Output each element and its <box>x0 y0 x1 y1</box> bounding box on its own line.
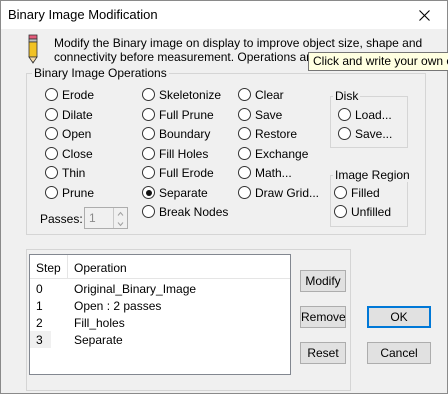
radio-separate-label: Separate <box>159 186 208 200</box>
chevron-down-icon <box>117 222 124 227</box>
radio-restore-label: Restore <box>255 127 298 141</box>
passes-increment-button[interactable] <box>113 208 127 218</box>
radio-exchange-circle[interactable] <box>238 147 251 160</box>
radio-dilate-circle[interactable] <box>45 108 58 121</box>
window-title: Binary Image Modification <box>8 7 158 22</box>
cancel-button[interactable]: Cancel <box>367 342 431 364</box>
steps-list-header: Step Operation <box>30 255 290 279</box>
binary-image-modification-dialog: Binary Image Modification Modify the Bin… <box>0 0 448 394</box>
radio-skeletonize-label: Skeletonize <box>159 88 222 102</box>
radio-full-erode-circle[interactable] <box>142 166 155 179</box>
unfilled-radio-circle[interactable] <box>334 205 347 218</box>
list-item-step: 0 <box>36 282 43 296</box>
radio-thin-circle[interactable] <box>45 166 58 179</box>
radio-prune-label: Prune <box>62 186 95 200</box>
radio-boundary-circle[interactable] <box>142 127 155 140</box>
list-item[interactable]: 2 Fill_holes <box>30 314 290 331</box>
radio-fill-holes-circle[interactable] <box>142 147 155 160</box>
header-step[interactable]: Step <box>36 261 61 275</box>
radio-full-erode-label: Full Erode <box>159 166 214 180</box>
radio-open-label: Open <box>62 127 92 141</box>
radio-full-prune-label: Full Prune <box>159 108 214 122</box>
operations-group-label: Binary Image Operations <box>32 66 169 80</box>
list-item-operation: Fill_holes <box>74 316 125 330</box>
close-icon <box>419 10 430 21</box>
radio-close-label: Close <box>62 147 93 161</box>
radio-draw-grid-label: Draw Grid... <box>255 186 320 200</box>
title-bar: Binary Image Modification <box>1 1 447 29</box>
pencil-icon <box>28 34 38 64</box>
list-item-operation: Open : 2 passes <box>74 299 162 313</box>
description-line-1: Modify the Binary image on display to im… <box>54 36 423 50</box>
list-item-operation: Original_Binary_Image <box>74 282 197 296</box>
image-region-group <box>330 175 408 227</box>
list-item[interactable]: 1 Open : 2 passes <box>30 297 290 314</box>
radio-thin-label: Thin <box>62 166 86 180</box>
modify-button[interactable]: Modify <box>300 270 346 292</box>
ok-button[interactable]: OK <box>367 306 431 328</box>
unfilled-radio-label: Unfilled <box>351 205 392 219</box>
remove-button[interactable]: Remove <box>300 306 346 328</box>
steps-list[interactable]: Step Operation 0 Original_Binary_Image 1 Op… <box>29 254 291 375</box>
list-item-step: 3 <box>36 333 43 347</box>
radio-full-prune-circle[interactable] <box>142 108 155 121</box>
filled-radio-label: Filled <box>351 186 380 200</box>
list-item-operation: Separate <box>74 333 123 347</box>
radio-erode-circle[interactable] <box>45 88 58 101</box>
image-region-group-label: Image Region <box>333 168 412 182</box>
passes-label: Passes: <box>40 212 83 226</box>
save-disk-radio-circle[interactable] <box>338 127 351 140</box>
radio-break-nodes-label: Break Nodes <box>159 205 229 219</box>
disk-group-label: Disk <box>333 89 361 103</box>
radio-close-circle[interactable] <box>45 147 58 160</box>
radio-erode-label: Erode <box>62 88 95 102</box>
reset-button[interactable]: Reset <box>300 342 346 364</box>
radio-math-circle[interactable] <box>238 166 251 179</box>
radio-break-nodes-circle[interactable] <box>142 205 155 218</box>
radio-skeletonize-circle[interactable] <box>142 88 155 101</box>
radio-save-circle[interactable] <box>238 108 251 121</box>
radio-exchange-label: Exchange <box>255 147 309 161</box>
passes-value: 1 <box>89 211 96 225</box>
radio-dilate-label: Dilate <box>62 108 93 122</box>
load-radio-label: Load... <box>355 108 392 122</box>
passes-decrement-button[interactable] <box>113 218 127 228</box>
save-disk-radio-label: Save... <box>355 127 393 141</box>
header-operation[interactable]: Operation <box>74 261 127 275</box>
radio-save-label: Save <box>255 108 283 122</box>
header-separator[interactable] <box>67 255 68 279</box>
radio-clear-circle[interactable] <box>238 88 251 101</box>
passes-spinbox[interactable]: 1 <box>84 207 128 229</box>
list-item-step: 2 <box>36 316 43 330</box>
filled-radio-circle[interactable] <box>334 186 347 199</box>
tooltip: Click and write your own c <box>308 52 448 71</box>
radio-boundary-label: Boundary <box>159 127 211 141</box>
radio-draw-grid-circle[interactable] <box>238 186 251 199</box>
radio-prune-circle[interactable] <box>45 186 58 199</box>
radio-separate-circle[interactable] <box>142 186 155 199</box>
radio-math-label: Math... <box>255 166 292 180</box>
list-item[interactable]: 0 Original_Binary_Image <box>30 280 290 297</box>
radio-fill-holes-label: Fill Holes <box>159 147 209 161</box>
radio-clear-label: Clear <box>255 88 284 102</box>
radio-open-circle[interactable] <box>45 127 58 140</box>
radio-restore-circle[interactable] <box>238 127 251 140</box>
close-button[interactable] <box>403 1 447 29</box>
list-item[interactable]: 3 Separate <box>30 331 290 348</box>
load-radio-circle[interactable] <box>338 108 351 121</box>
list-item-step: 1 <box>36 299 43 313</box>
